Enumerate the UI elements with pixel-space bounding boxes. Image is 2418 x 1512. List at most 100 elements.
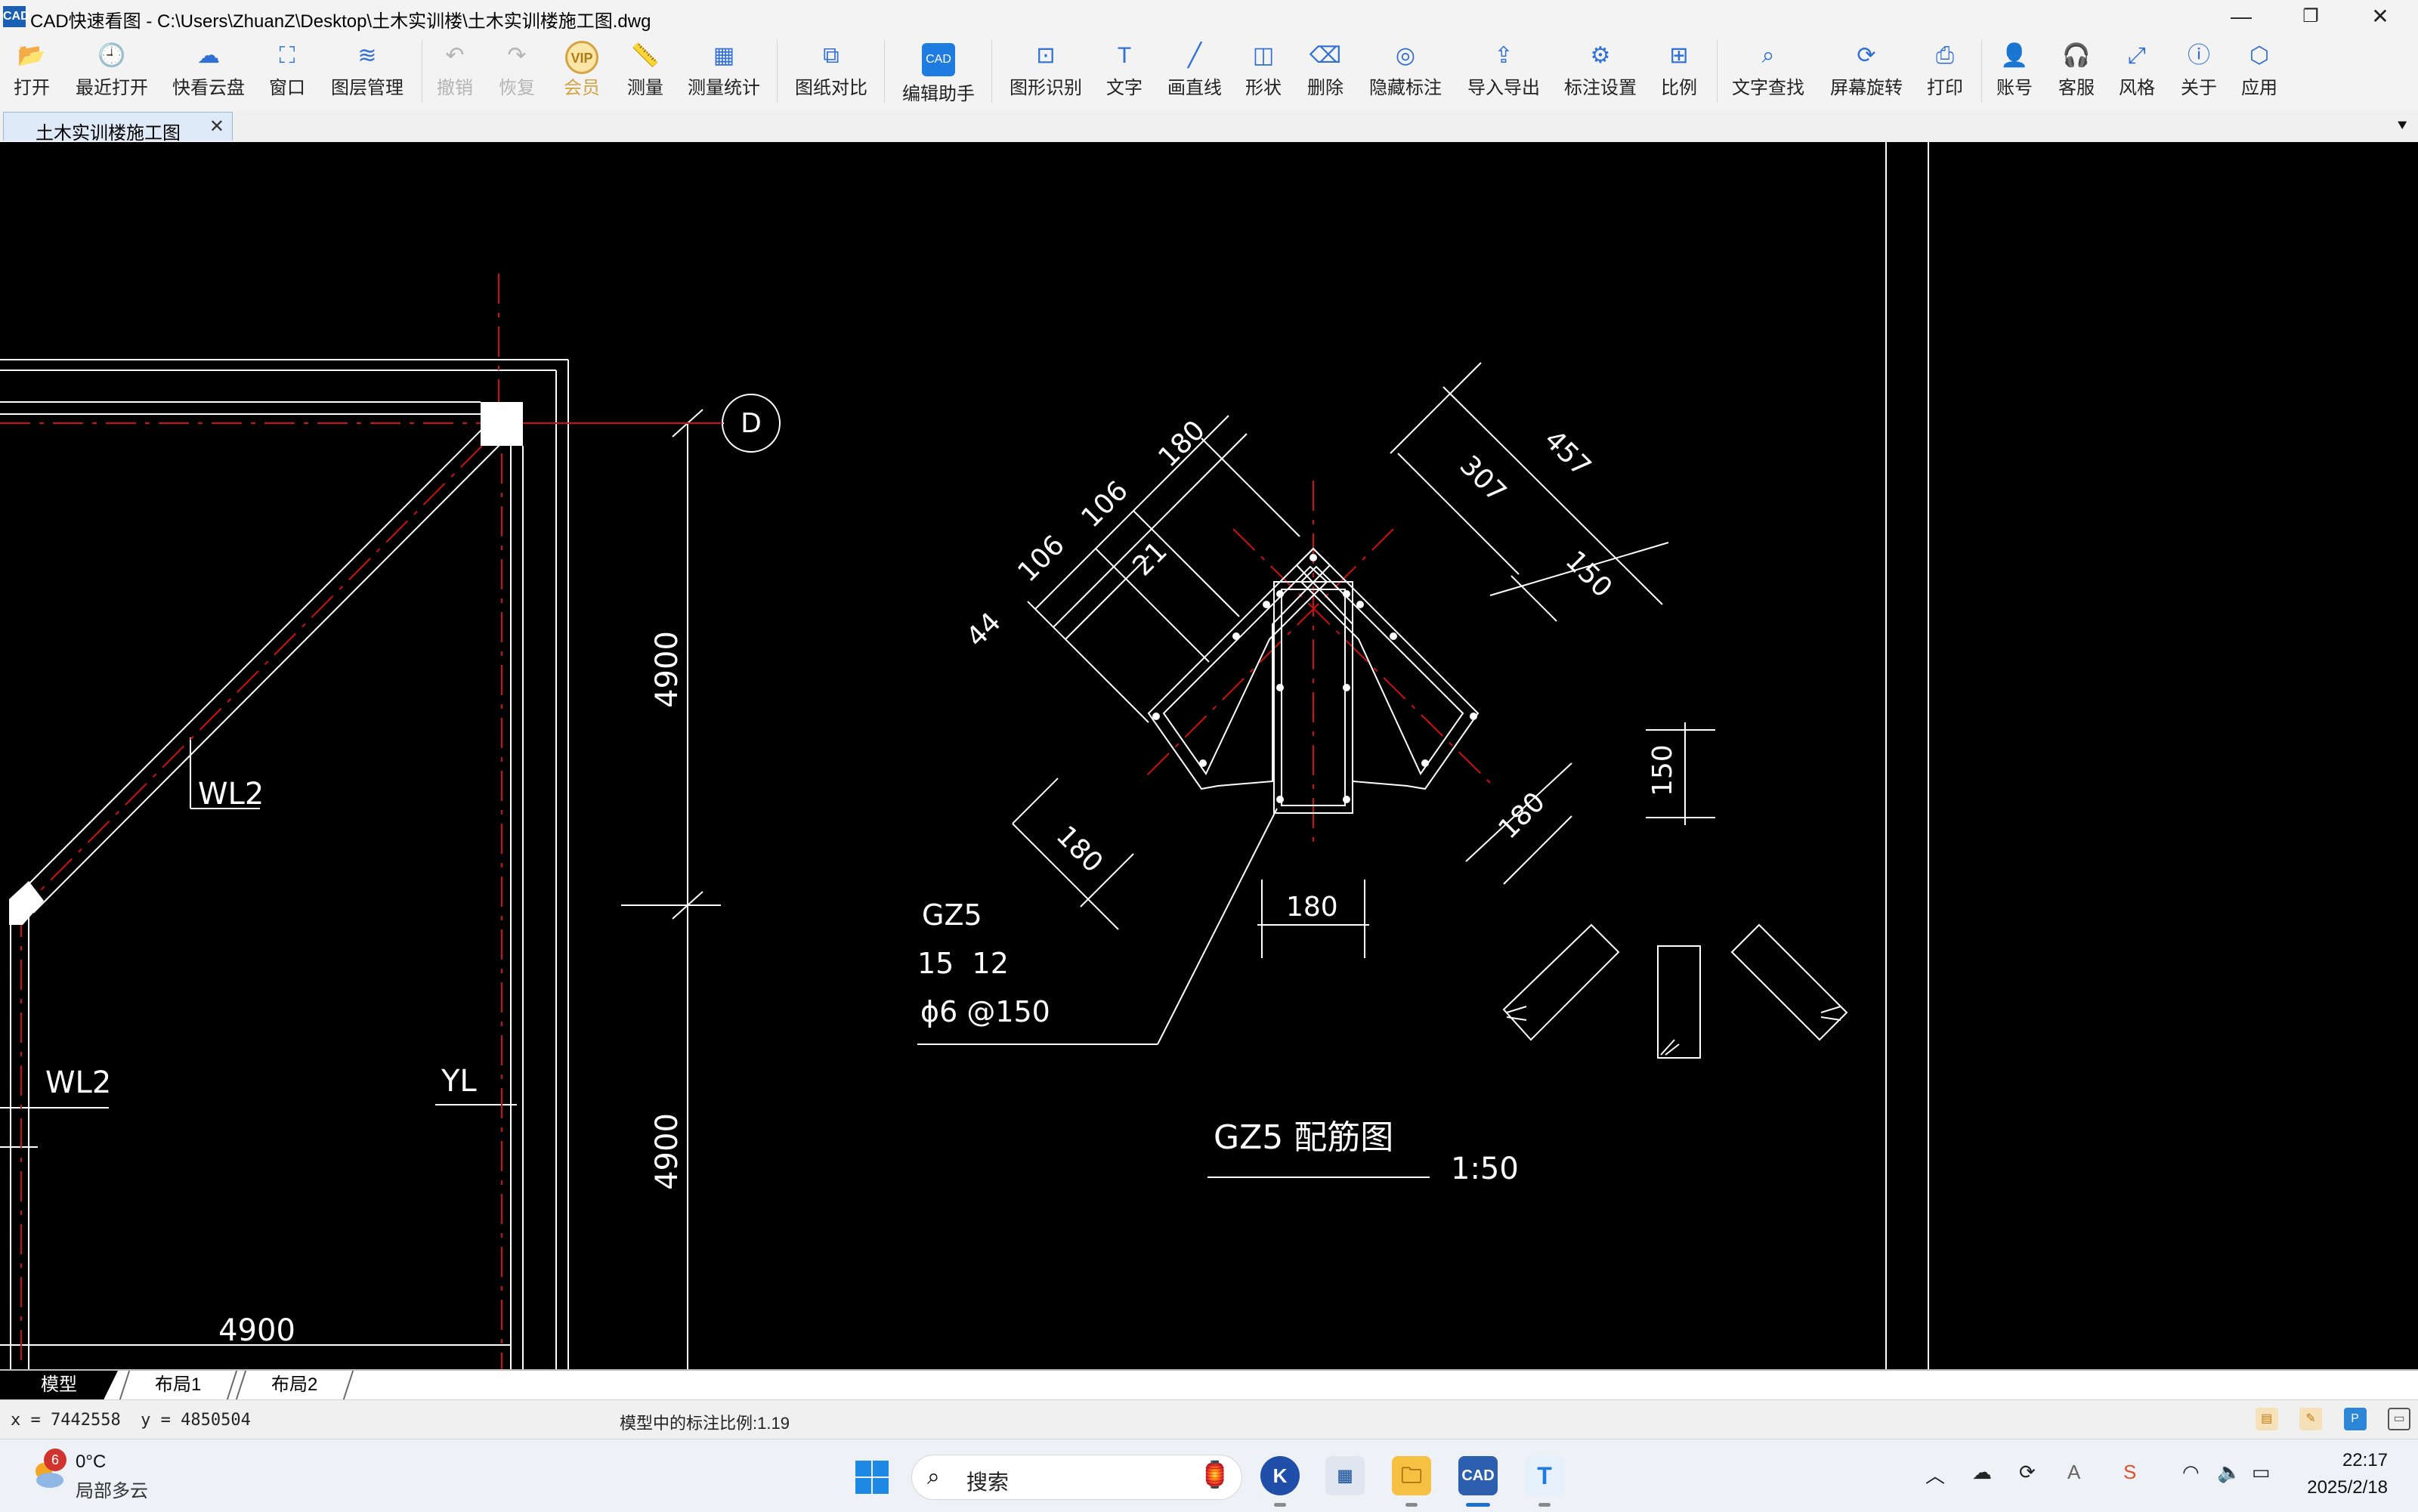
status-icons: ▤ ✎ P ▭	[2237, 1408, 2410, 1430]
file-explorer-icon[interactable]: 🗀	[1392, 1456, 1431, 1495]
support-button[interactable]: 🎧 客服	[2055, 35, 2098, 110]
dim-106-lower: 106	[1012, 530, 1071, 589]
scale-button[interactable]: ⊞ 比例	[1658, 35, 1700, 110]
status-export-icon[interactable]: ▤	[2255, 1408, 2278, 1430]
export-icon: ⇪	[1494, 43, 1514, 68]
dim-4900-horizontal: 4900	[218, 1313, 295, 1348]
mark-settings-button[interactable]: ⚙ 标注设置	[1563, 35, 1638, 110]
sync-icon[interactable]: ⟳	[2019, 1461, 2036, 1484]
onedrive-icon[interactable]: ☁	[1972, 1461, 1992, 1484]
calculator-icon[interactable]: ▦	[1325, 1456, 1365, 1495]
text-button[interactable]: T 文字	[1103, 35, 1146, 110]
redo-label: 恢复	[499, 78, 535, 98]
hide-marks-button[interactable]: ◎ 隐藏标注	[1368, 35, 1443, 110]
edit-assistant-label: 编辑助手	[902, 84, 975, 104]
status-plugin-icon[interactable]: P	[2343, 1408, 2367, 1430]
open-label: 打开	[14, 78, 50, 98]
find-text-label: 文字查找	[1732, 78, 1804, 98]
clock-date[interactable]: 2025/2/18	[2290, 1477, 2388, 1498]
document-tab[interactable]: 土木实训楼施工图 ✕	[3, 112, 233, 144]
rotate-button[interactable]: ⟳ 屏幕旋转	[1829, 35, 1904, 110]
tray-expand-icon[interactable]: ︿	[1925, 1461, 1945, 1489]
vip-icon: VIP	[565, 41, 598, 74]
import-export-button[interactable]: ⇪ 导入导出	[1466, 35, 1541, 110]
dim-457: 457	[1538, 424, 1597, 483]
sogou-icon[interactable]: S	[2123, 1461, 2136, 1484]
status-bar: x = 7442558 y = 4850504 模型中的标注比例:1.19 ▤ …	[0, 1399, 2418, 1439]
layout-tab-strip: 模型 布局1 布局2	[0, 1369, 2418, 1401]
layers-label: 图层管理	[331, 78, 404, 98]
window-icon: ⛶	[279, 43, 295, 68]
delete-button[interactable]: ⌫ 删除	[1304, 35, 1347, 110]
open-button[interactable]: 📂 打开	[11, 35, 53, 110]
account-button[interactable]: 👤 账号	[1993, 35, 2036, 110]
info-icon: ⓘ	[2188, 43, 2210, 68]
find-text-button[interactable]: ⌕ 文字查找	[1730, 35, 1806, 110]
recent-label: 最近打开	[76, 78, 148, 98]
undo-button[interactable]: ↶ 撤销	[434, 35, 476, 110]
t-app-icon[interactable]: T	[1525, 1456, 1564, 1495]
volume-icon[interactable]: 🔈	[2217, 1461, 2241, 1484]
taskbar-search-box[interactable]: ⌕ 搜索 🏮	[911, 1455, 1242, 1500]
layers-button[interactable]: ≋ 图层管理	[329, 35, 405, 110]
dim-150-right: 150	[1560, 545, 1619, 604]
status-edit-icon[interactable]: ✎	[2299, 1408, 2323, 1430]
close-button[interactable]: ✕	[2345, 0, 2415, 35]
edit-assistant-button[interactable]: CAD 编辑助手	[901, 35, 976, 110]
input-method-icon[interactable]: A	[2067, 1461, 2080, 1484]
clock-time[interactable]: 22:17	[2305, 1450, 2388, 1471]
restore-button[interactable]: ❐	[2276, 0, 2345, 35]
toolbar-separator	[991, 39, 992, 103]
tab-layout1[interactable]: 布局1	[119, 1371, 238, 1399]
wifi-icon[interactable]: ◠	[2182, 1461, 2200, 1484]
shape-button[interactable]: ◫ 形状	[1242, 35, 1285, 110]
status-fullscreen-icon[interactable]: ▭	[2388, 1408, 2410, 1430]
window-button[interactable]: ⛶ 窗口	[266, 35, 308, 110]
minimize-button[interactable]: —	[2206, 0, 2276, 35]
battery-icon[interactable]: ▭	[2252, 1461, 2271, 1484]
weather-description: 局部多云	[76, 1481, 148, 1501]
tab-layout2[interactable]: 布局2	[235, 1371, 354, 1399]
close-tab-icon[interactable]: ✕	[209, 116, 224, 138]
support-label: 客服	[2058, 78, 2095, 98]
recent-button[interactable]: 🕘 最近打开	[74, 35, 150, 110]
recognize-button[interactable]: ⊡ 图形识别	[1008, 35, 1084, 110]
history-icon: 🕘	[97, 43, 126, 68]
apps-button[interactable]: ⬡ 应用	[2238, 35, 2280, 110]
cad-app-icon[interactable]: CAD	[1458, 1456, 1498, 1495]
scale-icon: ⊞	[1669, 43, 1689, 68]
tab-list-dropdown-icon[interactable]: ⯆	[2395, 116, 2409, 136]
k-app-icon[interactable]: K	[1260, 1456, 1300, 1495]
compare-button[interactable]: ⧉ 图纸对比	[793, 35, 869, 110]
drawing-canvas[interactable]: D 4900 4900 4900 WL2 WL2 YL 180 106 106 …	[0, 142, 2418, 1369]
search-icon: ⌕	[927, 1464, 940, 1489]
dim-4900-upper: 4900	[650, 631, 685, 708]
style-button[interactable]: ⤢ 风格	[2116, 35, 2158, 110]
measure-stats-label: 测量统计	[688, 78, 760, 98]
dim-150-vertical: 150	[1647, 744, 1678, 796]
layers-icon: ≋	[357, 43, 377, 68]
tab-model[interactable]: 模型	[0, 1371, 118, 1399]
windows-start-icon[interactable]	[854, 1459, 890, 1495]
cad-drawing[interactable]: D 4900 4900 4900 WL2 WL2 YL 180 106 106 …	[0, 142, 2418, 1369]
vip-label: 会员	[564, 78, 600, 98]
delete-label: 删除	[1307, 78, 1344, 98]
folder-icon: 📂	[17, 43, 46, 68]
measure-stats-button[interactable]: ▦ 测量统计	[686, 35, 762, 110]
style-label: 风格	[2119, 78, 2155, 98]
text-icon: T	[1117, 43, 1132, 68]
stirrup-sketches	[1502, 923, 1848, 1059]
import-export-label: 导入导出	[1467, 78, 1540, 98]
detail-dimension-texts: 180 106 106 44 21 307 457 150 180 180 18…	[960, 415, 1678, 923]
ruler-icon: 📏	[631, 43, 660, 68]
stirrup-spec-label: ϕ6 @150	[920, 995, 1050, 1028]
cloud-button[interactable]: ☁ 快看云盘	[171, 35, 246, 110]
redo-button[interactable]: ↷ 恢复	[496, 35, 538, 110]
vip-button[interactable]: VIP 会员	[559, 35, 604, 110]
line-button[interactable]: ╱ 画直线	[1167, 35, 1222, 110]
measure-button[interactable]: 📏 测量	[624, 35, 666, 110]
print-button[interactable]: ⎙ 打印	[1924, 35, 1966, 110]
stats-icon: ▦	[713, 43, 735, 68]
tab-layout2-label: 布局2	[271, 1374, 318, 1395]
about-button[interactable]: ⓘ 关于	[2178, 35, 2220, 110]
